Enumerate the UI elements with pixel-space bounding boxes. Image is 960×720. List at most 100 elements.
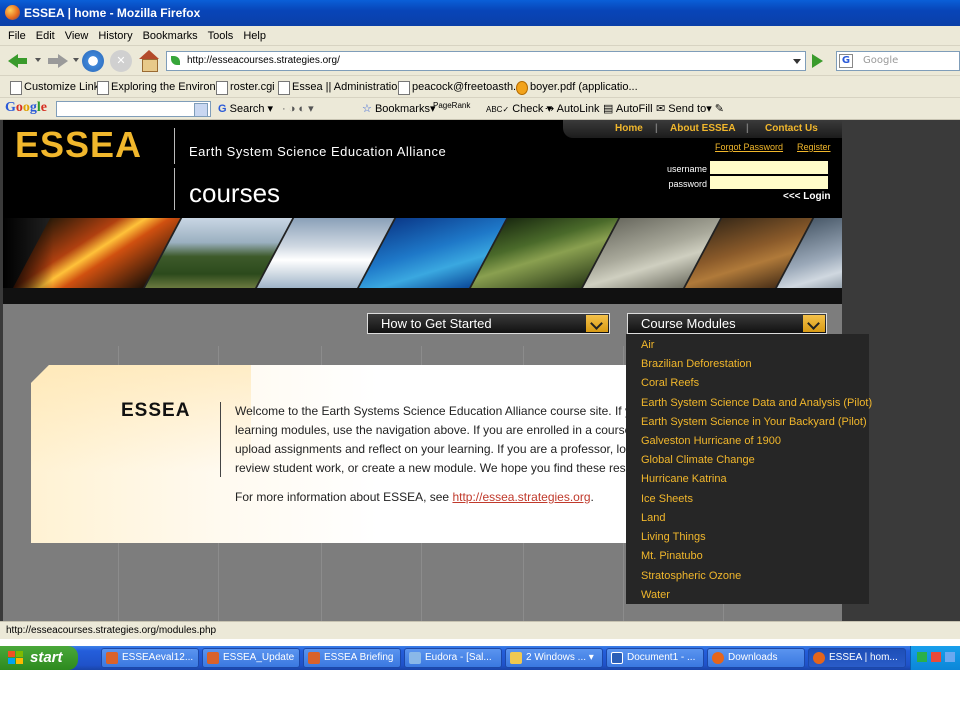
firefox-icon bbox=[712, 652, 724, 664]
system-tray bbox=[910, 646, 960, 670]
window-titlebar: ESSEA | home - Mozilla Firefox bbox=[0, 0, 960, 26]
task-essea-briefing[interactable]: ESSEA Briefing bbox=[303, 648, 401, 668]
bookmark-essea-admin[interactable]: Essea || Administratio... bbox=[276, 80, 407, 95]
powerpoint-icon bbox=[207, 652, 219, 664]
menu-item-ess-data-analysis[interactable]: Earth System Science Data and Analysis (… bbox=[641, 397, 872, 410]
menu-view[interactable]: View bbox=[60, 26, 94, 46]
essea-link[interactable]: http://essea.strategies.org bbox=[452, 490, 590, 504]
navigation-toolbar: ✕ http://esseacourses.strategies.org/ G … bbox=[0, 46, 960, 76]
site-subtitle: Earth System Science Education Alliance bbox=[189, 144, 447, 159]
forgot-password-link[interactable]: Forgot Password bbox=[715, 142, 783, 152]
bookmark-exploring-environ[interactable]: Exploring the Environ... bbox=[95, 80, 225, 95]
how-to-get-started-dropdown[interactable]: How to Get Started bbox=[367, 313, 610, 334]
course-modules-dropdown[interactable]: Course Modules bbox=[627, 313, 827, 334]
page-viewport: ESSEA Earth System Science Education All… bbox=[0, 120, 960, 621]
send-to-button[interactable]: ✉ Send to▾ ✎ bbox=[656, 102, 724, 116]
abc-check-icon: ABC✓ bbox=[486, 105, 510, 114]
bookmark-boyer-pdf[interactable]: boyer.pdf (applicatio... bbox=[514, 80, 638, 95]
task-downloads[interactable]: Downloads bbox=[707, 648, 805, 668]
menu-help[interactable]: Help bbox=[238, 26, 271, 46]
google-toolbar: Google G Search ▾ · ◑ ◐ ▾ ☆ Bookmarks▾ P… bbox=[0, 98, 960, 120]
volume-icon[interactable] bbox=[945, 652, 955, 662]
google-bookmarks-button[interactable]: ☆ Bookmarks▾ bbox=[362, 102, 436, 116]
google-g-icon: G bbox=[218, 103, 227, 115]
firefox-icon bbox=[813, 652, 825, 664]
menu-item-stratospheric-ozone[interactable]: Stratospheric Ozone bbox=[641, 570, 741, 583]
header-divider bbox=[174, 128, 175, 164]
task-essea-eval[interactable]: ESSEAeval12... bbox=[101, 648, 199, 668]
forward-arrow-icon[interactable] bbox=[44, 50, 70, 72]
menu-edit[interactable]: Edit bbox=[31, 26, 60, 46]
top-navigation: Home | About ESSEA | Contact Us bbox=[563, 120, 842, 138]
nav-home[interactable]: Home bbox=[615, 123, 643, 135]
menu-item-water[interactable]: Water bbox=[641, 589, 670, 602]
menu-item-coral-reefs[interactable]: Coral Reefs bbox=[641, 377, 699, 390]
menu-item-ess-backyard[interactable]: Earth System Science in Your Backyard (P… bbox=[641, 416, 867, 429]
register-link[interactable]: Register bbox=[797, 142, 831, 152]
menu-tools[interactable]: Tools bbox=[203, 26, 239, 46]
more-info: For more information about ESSEA, see ht… bbox=[235, 490, 594, 504]
menu-history[interactable]: History bbox=[93, 26, 137, 46]
essea-logo[interactable]: ESSEA bbox=[15, 124, 142, 166]
settings-wrench-icon[interactable]: ✎ bbox=[715, 103, 724, 115]
url-text: http://esseacourses.strategies.org/ bbox=[187, 55, 340, 66]
bookmark-roster[interactable]: roster.cgi bbox=[214, 80, 275, 95]
how-to-get-started-label: How to Get Started bbox=[381, 316, 492, 331]
security-icon[interactable] bbox=[931, 652, 941, 662]
spell-check-button[interactable]: ABC✓ Check ▾ bbox=[486, 102, 552, 117]
banner-stripe bbox=[3, 288, 842, 304]
send-to-icon: ✉ bbox=[656, 103, 666, 115]
google-search-button[interactable]: G Search ▾ bbox=[218, 102, 273, 116]
username-field[interactable] bbox=[710, 161, 828, 174]
welcome-divider bbox=[220, 402, 221, 477]
google-logo[interactable]: Google bbox=[5, 100, 47, 116]
autofill-button[interactable]: ▤ AutoFill bbox=[603, 102, 653, 116]
menu-item-global-climate-change[interactable]: Global Climate Change bbox=[641, 454, 755, 467]
menu-bar: File Edit View History Bookmarks Tools Help bbox=[0, 26, 960, 46]
menu-item-hurricane-katrina[interactable]: Hurricane Katrina bbox=[641, 473, 727, 486]
menu-file[interactable]: File bbox=[3, 26, 31, 46]
menu-item-mt-pinatubo[interactable]: Mt. Pinatubo bbox=[641, 550, 703, 563]
back-arrow-icon[interactable] bbox=[6, 50, 32, 72]
stop-icon[interactable]: ✕ bbox=[110, 50, 132, 72]
menu-item-air[interactable]: Air bbox=[641, 339, 654, 352]
welcome-title: ESSEA bbox=[121, 400, 191, 421]
pagerank-indicator[interactable]: PageRank bbox=[433, 99, 470, 113]
google-engine-icon[interactable]: G bbox=[839, 54, 853, 68]
menu-bookmarks[interactable]: Bookmarks bbox=[138, 26, 203, 46]
login-button[interactable]: <<< Login bbox=[783, 191, 831, 202]
reload-icon[interactable] bbox=[82, 50, 104, 72]
network-icon[interactable] bbox=[917, 652, 927, 662]
menu-item-ice-sheets[interactable]: Ice Sheets bbox=[641, 493, 693, 506]
window-title: ESSEA | home - Mozilla Firefox bbox=[24, 6, 201, 20]
autolink-button[interactable]: ⇢ AutoLink bbox=[545, 102, 599, 116]
google-search-input[interactable] bbox=[56, 101, 211, 117]
bookmark-customize-links[interactable]: Customize Links bbox=[8, 80, 105, 95]
url-bar[interactable]: http://esseacourses.strategies.org/ bbox=[166, 51, 806, 71]
url-dropdown-icon[interactable] bbox=[793, 59, 801, 64]
powerpoint-icon bbox=[308, 652, 320, 664]
site-favicon-icon bbox=[171, 56, 180, 65]
task-essea-firefox[interactable]: ESSEA | hom... bbox=[808, 648, 906, 668]
home-icon[interactable] bbox=[138, 50, 160, 72]
task-windows-group[interactable]: 2 Windows ... ▾ bbox=[505, 648, 603, 668]
task-eudora[interactable]: Eudora - [Sal... bbox=[404, 648, 502, 668]
menu-item-galveston-hurricane[interactable]: Galveston Hurricane of 1900 bbox=[641, 435, 781, 448]
chevron-down-icon bbox=[803, 315, 825, 332]
nav-about[interactable]: About ESSEA bbox=[670, 123, 736, 135]
task-essea-update[interactable]: ESSEA_Update bbox=[202, 648, 300, 668]
task-document1[interactable]: Document1 - ... bbox=[606, 648, 704, 668]
password-field[interactable] bbox=[710, 176, 828, 189]
star-icon: ☆ bbox=[362, 103, 372, 115]
bookmark-peacock[interactable]: peacock@freetoasth... bbox=[396, 80, 522, 95]
start-button[interactable]: start bbox=[0, 646, 78, 670]
menu-item-brazilian-deforestation[interactable]: Brazilian Deforestation bbox=[641, 358, 752, 371]
search-box[interactable]: G Google bbox=[836, 51, 960, 71]
menu-item-land[interactable]: Land bbox=[641, 512, 665, 525]
forward-history-dropdown-icon[interactable] bbox=[73, 58, 79, 62]
back-history-dropdown-icon[interactable] bbox=[35, 58, 41, 62]
toolbar-separator-icons: · ◑ ◐ ▾ bbox=[282, 103, 314, 115]
nav-contact[interactable]: Contact Us bbox=[765, 123, 818, 135]
menu-item-living-things[interactable]: Living Things bbox=[641, 531, 706, 544]
go-arrow-icon[interactable] bbox=[812, 54, 823, 68]
